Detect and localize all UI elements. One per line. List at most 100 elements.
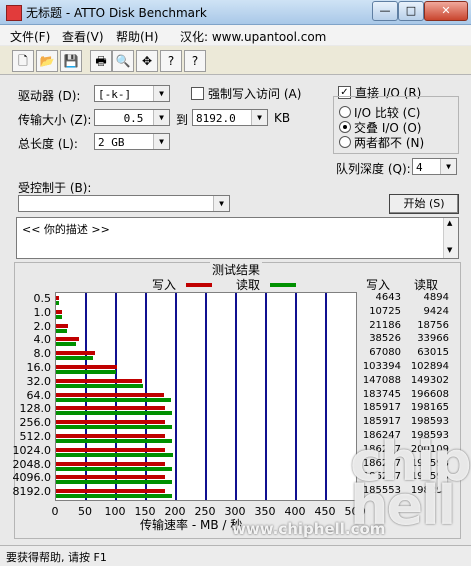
save-icon[interactable]: 💾 <box>60 50 82 72</box>
read-bar <box>56 369 117 374</box>
grid-line <box>205 293 207 500</box>
drive-label: 驱动器 (D): <box>18 89 81 103</box>
x-tick-label: 0 <box>51 505 59 518</box>
menu-bar: 文件(F) 查看(V) 帮助(H) 汉化: www.upantool.com <box>0 25 471 45</box>
grid-line <box>175 293 177 500</box>
transfer-size-tick-label: 4.0 <box>33 333 52 347</box>
scroll-down-icon[interactable]: ▼ <box>447 246 452 254</box>
x-tick-label: 50 <box>78 505 92 518</box>
scroll-up-icon[interactable]: ▲ <box>447 219 452 227</box>
total-length-label: 总长度 (L): <box>18 137 78 151</box>
transfer-size-tick-label: 8192.0 <box>12 485 52 499</box>
read-bar <box>56 300 59 305</box>
status-bar: 要获得帮助, 请按 F1 <box>0 545 471 566</box>
neither-io-label: 两者都不 (N) <box>354 136 425 150</box>
read-bar <box>56 494 173 499</box>
write-bar <box>56 406 165 411</box>
write-value: 38526 <box>369 333 401 345</box>
queue-depth-value: 4 <box>416 161 423 174</box>
menu-help[interactable]: 帮助(H) <box>116 28 158 45</box>
write-bar <box>56 475 166 480</box>
io-compare-radio[interactable] <box>339 106 351 118</box>
legend-write-label: 写入 <box>152 278 177 292</box>
transfer-size-label: 传输大小 (Z): <box>18 113 92 127</box>
read-bar <box>56 356 93 361</box>
write-bar <box>56 378 143 383</box>
legend-read-swatch <box>270 283 296 287</box>
help-icon[interactable]: ? <box>160 50 182 72</box>
menu-view[interactable]: 查看(V) <box>62 28 104 45</box>
transfer-size-tick-label: 256.0 <box>19 416 52 430</box>
transfer-to-value: 8192.0 <box>196 112 236 125</box>
description-box[interactable]: << 你的描述 >> ▲ ▼ <box>16 217 459 259</box>
transfer-size-tick-label: 128.0 <box>19 402 52 416</box>
transfer-size-tick-label: 16.0 <box>26 360 52 374</box>
x-tick-label: 450 <box>314 505 336 518</box>
minimize-button[interactable]: — <box>372 1 398 21</box>
force-write-checkbox[interactable] <box>191 87 204 100</box>
description-scrollbar[interactable]: ▲ ▼ <box>443 218 458 258</box>
read-value: 9424 <box>423 305 449 317</box>
write-bar <box>56 392 164 397</box>
kb-label: KB <box>274 111 291 125</box>
print-icon[interactable]: 🖶 <box>90 50 112 72</box>
read-bar <box>56 383 144 388</box>
grid-line <box>295 293 297 500</box>
transfer-size-tick-label: 0.5 <box>33 291 52 305</box>
total-length-select[interactable]: 2 GB ▼ <box>94 133 170 150</box>
read-value: 4894 <box>423 291 449 303</box>
transfer-size-tick-label: 8.0 <box>33 347 52 361</box>
legend-write-swatch <box>186 283 212 287</box>
legend-read-label: 读取 <box>236 278 261 292</box>
menu-file[interactable]: 文件(F) <box>10 28 50 45</box>
column-read-header: 读取 <box>414 278 439 292</box>
read-bar <box>56 425 173 430</box>
menu-localized-credit: 汉化: www.upantool.com <box>180 30 327 44</box>
read-value: 63015 <box>417 347 449 359</box>
transfer-from-select[interactable]: 0.5 ▼ <box>94 109 170 126</box>
force-write-label: 强制写入访问 (A) <box>208 87 302 101</box>
status-text: 要获得帮助, 请按 F1 <box>6 551 107 564</box>
close-button[interactable]: ✕ <box>424 1 468 21</box>
read-value: 149302 <box>410 374 449 386</box>
controlled-by-select[interactable]: ▼ <box>18 195 230 212</box>
write-bar <box>56 420 165 425</box>
read-bar <box>56 452 174 457</box>
queue-depth-select[interactable]: 4 ▼ <box>412 158 457 175</box>
transfer-size-tick-label: 512.0 <box>19 429 52 443</box>
write-bar <box>56 323 69 328</box>
write-bar <box>56 309 63 314</box>
write-value: 10725 <box>369 305 401 317</box>
overlapped-io-radio[interactable] <box>339 121 351 133</box>
transfer-size-tick-label: 1.0 <box>33 305 52 319</box>
open-icon[interactable]: 📂 <box>36 50 58 72</box>
neither-io-radio[interactable] <box>339 136 351 148</box>
drive-select[interactable]: [-k-] ▼ <box>94 85 170 102</box>
column-write-header: 写入 <box>366 278 391 292</box>
write-bar <box>56 351 96 356</box>
watermark-url: www.chiphell.com <box>232 520 386 538</box>
write-bar <box>56 489 165 494</box>
write-bar <box>56 433 166 438</box>
transfer-size-tick-label: 32.0 <box>26 374 52 388</box>
maximize-button[interactable]: □ <box>398 1 424 21</box>
total-length-value: 2 GB <box>98 136 125 149</box>
chevron-down-icon: ▼ <box>440 159 456 174</box>
results-chart <box>55 292 357 501</box>
transfer-to-select[interactable]: 8192.0 ▼ <box>192 109 268 126</box>
context-help-icon[interactable]: ? <box>184 50 206 72</box>
toolbar: 🗋 📂 💾 🖶 🔍 ✥ ? ? <box>0 46 471 75</box>
read-value: 198165 <box>410 402 449 414</box>
read-value: 102894 <box>410 360 449 372</box>
write-value: 4643 <box>375 291 401 303</box>
read-bar <box>56 438 173 443</box>
title-bar: 无标题 - ATTO Disk Benchmark — □ ✕ <box>0 0 471 25</box>
new-icon[interactable]: 🗋 <box>12 50 34 72</box>
write-bar <box>56 364 117 369</box>
print-preview-icon[interactable]: 🔍 <box>112 50 134 72</box>
read-value: 18756 <box>417 319 449 331</box>
read-bar <box>56 466 173 471</box>
move-icon[interactable]: ✥ <box>136 50 158 72</box>
start-button[interactable]: 开始 (S) <box>389 194 459 214</box>
x-tick-label: 400 <box>284 505 306 518</box>
